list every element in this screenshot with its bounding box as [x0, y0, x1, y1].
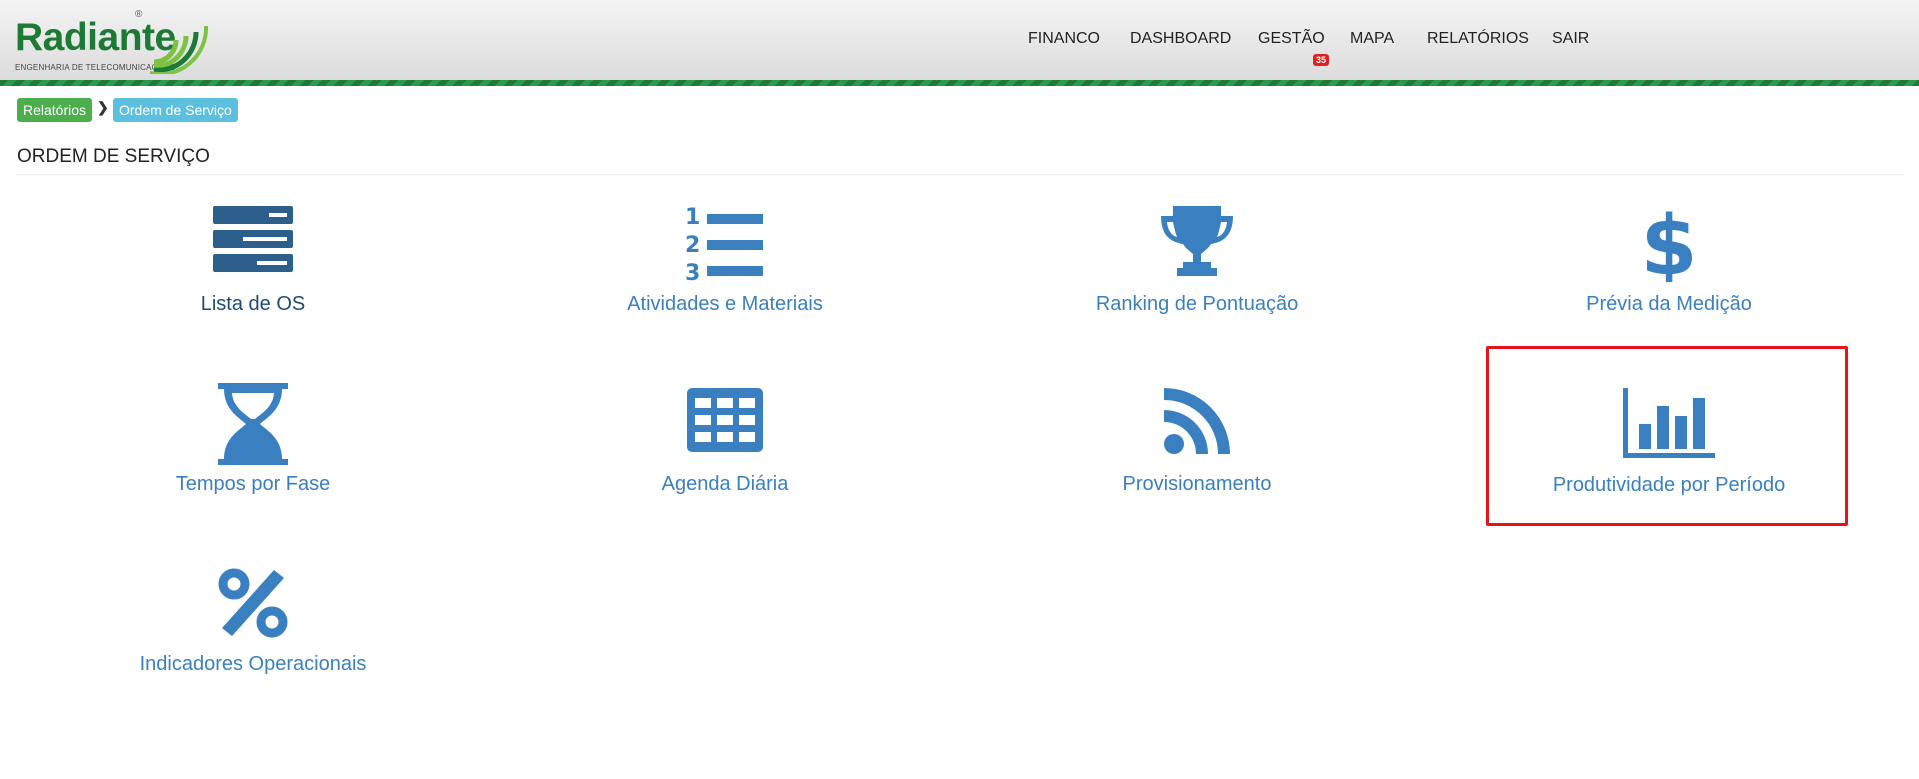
nav-mapa[interactable]: MAPA [1350, 30, 1394, 48]
svg-text:$: $ [1644, 202, 1694, 282]
gestao-notification-badge: 35 [1313, 54, 1330, 66]
tile-label: Atividades e Materiais [627, 293, 823, 315]
rss-feed-icon [1164, 388, 1230, 454]
tile-agenda-diaria[interactable]: Agenda Diária [545, 378, 905, 548]
tile-label: Indicadores Operacionais [139, 653, 367, 675]
company-logo[interactable]: Radiante ® ENGENHARIA DE TELECOMUNICAÇÕE… [12, 6, 212, 74]
tile-label: Provisionamento [1122, 473, 1272, 495]
numbered-list-icon: 1 2 3 [685, 205, 763, 282]
svg-text:2: 2 [685, 233, 700, 258]
tile-label: Produtividade por Período [1552, 474, 1786, 496]
tile-label: Agenda Diária [661, 473, 789, 495]
tile-label: Tempos por Fase [175, 473, 331, 495]
svg-text:1: 1 [685, 205, 700, 230]
tile-lista-de-os[interactable]: Lista de OS [73, 198, 433, 368]
tile-produtividade-por-periodo[interactable]: Produtividade por Período [1489, 378, 1849, 548]
percent-icon [218, 568, 288, 638]
tile-atividades-e-materiais[interactable]: 1 2 3 Atividades e Materiais [545, 198, 905, 368]
trophy-icon [1161, 206, 1233, 276]
tile-provisionamento[interactable]: Provisionamento [1017, 378, 1377, 548]
tile-label: Lista de OS [200, 293, 306, 315]
logo-waves-icon [149, 25, 209, 74]
breadcrumb-relatorios[interactable]: Relatórios [17, 98, 93, 122]
nav-sair[interactable]: SAIR [1552, 30, 1589, 48]
nav-financo[interactable]: FINANCO [1028, 30, 1100, 48]
tile-ranking-de-pontuacao[interactable]: Ranking de Pontuação [1017, 198, 1377, 368]
hourglass-icon [218, 383, 288, 465]
chevron-right-icon: ❯ [97, 99, 109, 115]
nav-relatorios[interactable]: RELATÓRIOS [1427, 30, 1529, 48]
tile-label: Prévia da Medição [1586, 293, 1752, 315]
nav-dashboard[interactable]: DASHBOARD [1130, 30, 1231, 48]
tile-indicadores-operacionais[interactable]: Indicadores Operacionais [73, 558, 433, 728]
top-header: Radiante ® ENGENHARIA DE TELECOMUNICAÇÕE… [0, 0, 1919, 80]
svg-text:3: 3 [685, 261, 700, 282]
server-list-icon [213, 206, 293, 272]
header-stripe [0, 80, 1919, 86]
page-title: ORDEM DE SERVIÇO [17, 146, 210, 167]
title-divider [15, 174, 1904, 175]
tile-tempos-por-fase[interactable]: Tempos por Fase [73, 378, 433, 548]
tile-label: Ranking de Pontuação [1095, 293, 1299, 315]
bar-chart-icon [1623, 388, 1715, 458]
tile-previa-da-medicao[interactable]: $ Prévia da Medição [1489, 198, 1849, 368]
calendar-grid-icon [687, 388, 763, 452]
breadcrumb-ordem-de-servico[interactable]: Ordem de Serviço [113, 98, 238, 122]
dollar-icon: $ [1644, 202, 1694, 282]
nav-gestao[interactable]: GESTÃO [1258, 30, 1325, 48]
